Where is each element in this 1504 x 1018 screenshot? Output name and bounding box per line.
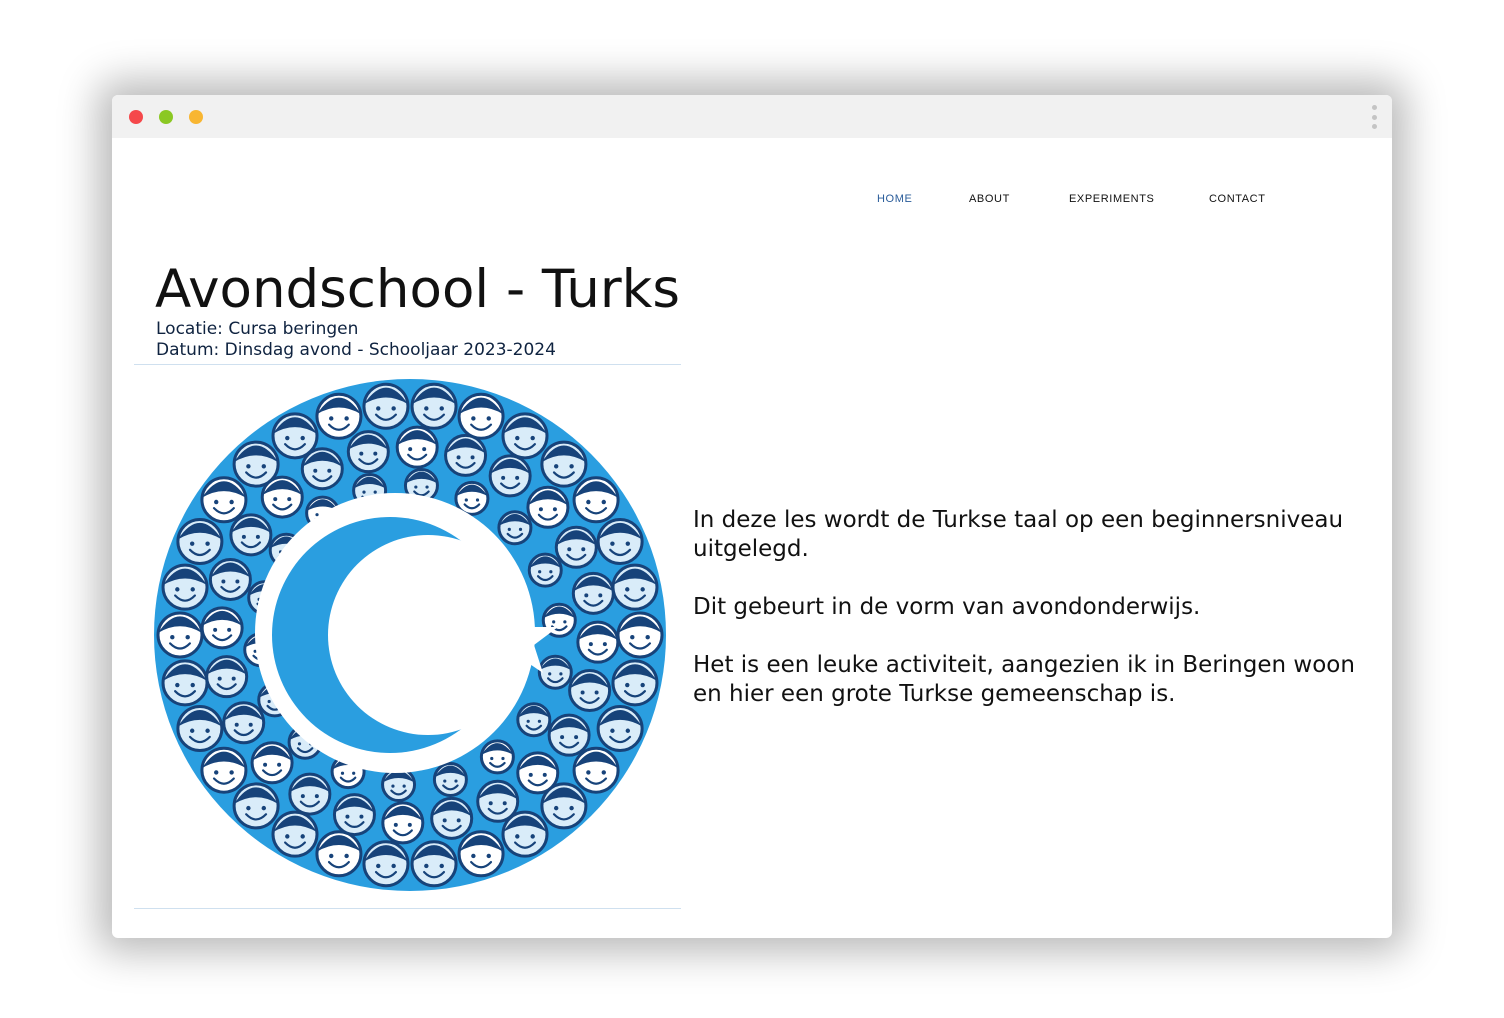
kebab-dot xyxy=(1371,105,1377,110)
face-doodle xyxy=(315,392,363,440)
face-doodle xyxy=(596,517,644,565)
face-doodle xyxy=(457,830,505,878)
face-doodle xyxy=(271,810,319,858)
face-doodle xyxy=(200,476,248,524)
face-doodle xyxy=(572,476,620,524)
face-doodle xyxy=(516,702,552,738)
face-doodle xyxy=(596,705,644,753)
face-doodle xyxy=(260,475,304,519)
kebab-dot xyxy=(1371,114,1377,120)
face-doodle xyxy=(571,571,615,615)
face-doodle xyxy=(537,654,573,690)
nav-item-contact[interactable]: CONTACT xyxy=(1209,193,1266,205)
face-doodle xyxy=(161,659,209,707)
face-doodle xyxy=(572,746,620,794)
face-doodle xyxy=(501,412,549,460)
kebab-menu-icon[interactable] xyxy=(1368,105,1380,129)
face-doodle xyxy=(488,454,532,498)
minimize-window-button[interactable] xyxy=(159,110,173,124)
course-description: In deze les wordt de Turkse taal op een … xyxy=(693,506,1383,738)
course-location: Locatie: Cursa beringen xyxy=(156,319,359,339)
face-doodle xyxy=(432,761,468,797)
face-doodle xyxy=(161,563,209,611)
face-doodle xyxy=(222,701,266,745)
face-doodle xyxy=(457,392,505,440)
face-doodle xyxy=(205,655,249,699)
turkish-community-illustration xyxy=(154,379,666,891)
kebab-dot xyxy=(1371,124,1377,129)
face-doodle xyxy=(250,741,294,785)
face-doodle xyxy=(410,382,458,430)
face-doodle xyxy=(568,669,612,713)
course-date: Datum: Dinsdag avond - Schooljaar 2023-2… xyxy=(156,340,556,360)
face-doodle xyxy=(527,552,563,588)
face-doodle xyxy=(444,433,488,477)
description-paragraph: In deze les wordt de Turkse taal op een … xyxy=(693,507,1344,562)
face-doodle xyxy=(540,440,588,488)
nav-item-about[interactable]: ABOUT xyxy=(969,193,1010,205)
face-doodle xyxy=(176,517,224,565)
face-doodle xyxy=(497,510,533,546)
face-doodle xyxy=(315,830,363,878)
face-doodle xyxy=(479,739,515,775)
face-doodle xyxy=(200,746,248,794)
browser-window: HOME ABOUT EXPERIMENTS CONTACT Avondscho… xyxy=(112,95,1392,938)
face-doodle xyxy=(200,606,244,650)
page-title: Avondschool - Turks xyxy=(155,259,680,320)
face-doodle xyxy=(229,513,273,557)
face-doodle xyxy=(381,801,425,845)
face-doodle xyxy=(362,840,410,888)
face-doodle xyxy=(381,767,417,803)
face-doodle xyxy=(156,611,204,659)
face-doodle xyxy=(208,557,252,601)
face-doodle xyxy=(554,525,598,569)
face-doodle xyxy=(332,793,376,837)
face-doodle xyxy=(547,713,591,757)
face-doodle xyxy=(526,485,570,529)
face-doodle xyxy=(576,620,620,664)
image-divider-top xyxy=(134,364,681,365)
face-doodle xyxy=(300,447,344,491)
face-doodle xyxy=(616,611,664,659)
close-window-button[interactable] xyxy=(129,110,143,124)
browser-titlebar xyxy=(112,95,1392,138)
screenshot-stage: HOME ABOUT EXPERIMENTS CONTACT Avondscho… xyxy=(0,0,1504,1018)
face-doodle xyxy=(176,705,224,753)
face-doodle xyxy=(232,782,280,830)
description-paragraph: Dit gebeurt in de vorm van avondonderwij… xyxy=(693,594,1201,620)
face-doodle xyxy=(476,779,520,823)
nav-item-experiments[interactable]: EXPERIMENTS xyxy=(1069,193,1154,205)
nav-item-home[interactable]: HOME xyxy=(877,193,912,205)
maximize-window-button[interactable] xyxy=(189,110,203,124)
face-doodle xyxy=(611,659,659,707)
main-navigation: HOME ABOUT EXPERIMENTS CONTACT xyxy=(112,193,1392,207)
description-paragraph: Het is een leuke activiteit, aangezien i… xyxy=(693,652,1355,707)
face-doodle xyxy=(430,796,474,840)
face-doodle xyxy=(362,382,410,430)
face-doodle xyxy=(410,840,458,888)
face-doodle xyxy=(611,563,659,611)
face-doodle xyxy=(346,430,390,474)
face-doodle xyxy=(516,751,560,795)
image-divider-bottom xyxy=(134,908,681,909)
face-doodle xyxy=(288,772,332,816)
face-doodle xyxy=(395,425,439,469)
